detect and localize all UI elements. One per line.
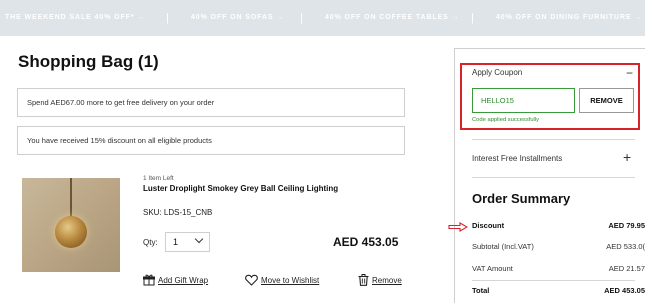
product-sku: SKU: LDS-15_CNB (143, 208, 213, 217)
promo-sofas[interactable]: 40% OFF ON SOFAS → (191, 0, 284, 36)
add-gift-wrap-button[interactable]: Add Gift Wrap (143, 274, 208, 286)
promo-weekend-sale[interactable]: THE WEEKEND SALE 40% OFF* → (5, 0, 145, 36)
quantity-value: 1 (173, 237, 179, 247)
lamp-globe (55, 216, 87, 248)
product-price: AED 453.05 (333, 235, 399, 249)
discount-notice: You have received 15% discount on all el… (17, 126, 405, 155)
product-name[interactable]: Luster Droplight Smokey Grey Ball Ceilin… (143, 184, 353, 193)
gift-icon (143, 274, 155, 286)
promo-separator: | (166, 12, 169, 24)
page-title: Shopping Bag (1) (18, 52, 159, 71)
move-to-wishlist-label: Move to Wishlist (261, 276, 320, 285)
product-image[interactable] (22, 178, 120, 272)
lamp-cord (70, 178, 72, 218)
vat-value: AED 21.57 (608, 264, 645, 273)
order-summary-title: Order Summary (472, 191, 571, 206)
divider (472, 177, 635, 178)
divider (472, 139, 635, 140)
discount-label: Discount (472, 221, 505, 230)
total-value: AED 453.05 (604, 286, 645, 295)
interest-free-installments[interactable]: Interest Free Installments (472, 154, 562, 163)
free-delivery-notice: Spend AED67.00 more to get free delivery… (17, 88, 405, 117)
coupon-code-input[interactable]: HELLO15 (472, 88, 575, 113)
vat-label: VAT Amount (472, 264, 513, 273)
trash-icon (358, 274, 369, 286)
apply-coupon-title[interactable]: Apply Coupon (472, 68, 522, 77)
promo-separator: | (300, 12, 303, 24)
arrow-right-icon (448, 222, 468, 232)
heart-icon (245, 274, 258, 286)
remove-item-label: Remove (372, 276, 402, 285)
promo-dining-furniture[interactable]: 40% OFF ON DINING FURNITURE → (496, 0, 642, 36)
promo-separator: | (471, 12, 474, 24)
coupon-status: Code applied successfully (472, 117, 540, 123)
subtotal-value: AED 533.0( (606, 242, 645, 251)
discount-value: AED 79.95 (608, 221, 645, 230)
subtotal-label: Subtotal (Incl.VAT) (472, 242, 534, 251)
expand-installments-icon[interactable]: + (623, 149, 631, 165)
promo-bar: THE WEEKEND SALE 40% OFF* → | 40% OFF ON… (0, 0, 645, 36)
total-label: Total (472, 286, 490, 295)
move-to-wishlist-button[interactable]: Move to Wishlist (245, 274, 319, 286)
stock-status: 1 Item Left (143, 175, 174, 182)
remove-coupon-button[interactable]: REMOVE (579, 88, 634, 113)
promo-coffee-tables[interactable]: 40% OFF ON COFFEE TABLES → (325, 0, 460, 36)
chevron-down-icon (194, 234, 204, 244)
divider (472, 280, 635, 281)
quantity-select[interactable]: 1 (165, 232, 210, 252)
remove-item-button[interactable]: Remove (358, 274, 402, 286)
add-gift-wrap-label: Add Gift Wrap (158, 276, 209, 285)
coupon-collapse-icon[interactable]: − (626, 66, 633, 80)
qty-label: Qty: (143, 238, 158, 247)
